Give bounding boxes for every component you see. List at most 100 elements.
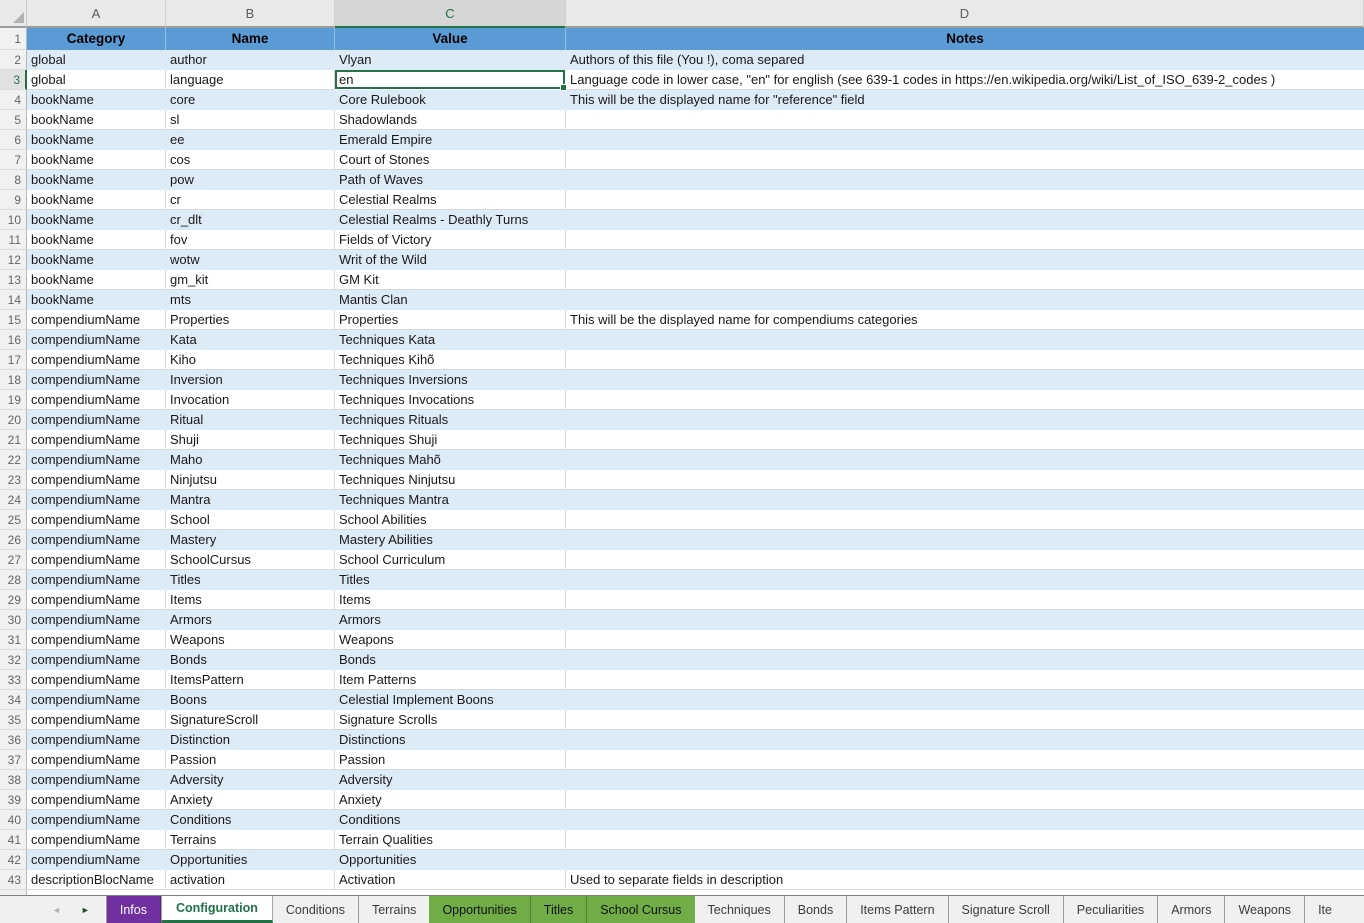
cell-C18[interactable]: Techniques Inversions: [335, 370, 566, 390]
cell-B11[interactable]: fov: [166, 230, 335, 250]
cell-D5[interactable]: [566, 110, 1364, 130]
row-header-42[interactable]: 42: [0, 850, 27, 870]
row-header-28[interactable]: 28: [0, 570, 27, 590]
select-all-button[interactable]: [0, 0, 27, 28]
cell-A10[interactable]: bookName: [27, 210, 166, 230]
cell-D19[interactable]: [566, 390, 1364, 410]
cell-C37[interactable]: Passion: [335, 750, 566, 770]
sheet-tab-ite[interactable]: Ite: [1304, 896, 1345, 923]
cell-A30[interactable]: compendiumName: [27, 610, 166, 630]
cell-A35[interactable]: compendiumName: [27, 710, 166, 730]
cell-C35[interactable]: Signature Scrolls: [335, 710, 566, 730]
cell-A13[interactable]: bookName: [27, 270, 166, 290]
cell-C5[interactable]: Shadowlands: [335, 110, 566, 130]
cell-C42[interactable]: Opportunities: [335, 850, 566, 870]
cell-A21[interactable]: compendiumName: [27, 430, 166, 450]
cell-A5[interactable]: bookName: [27, 110, 166, 130]
cell-A14[interactable]: bookName: [27, 290, 166, 310]
cell-B23[interactable]: Ninjutsu: [166, 470, 335, 490]
cell-C8[interactable]: Path of Waves: [335, 170, 566, 190]
cell-D40[interactable]: [566, 810, 1364, 830]
cell-A24[interactable]: compendiumName: [27, 490, 166, 510]
cell-C14[interactable]: Mantis Clan: [335, 290, 566, 310]
cell-A15[interactable]: compendiumName: [27, 310, 166, 330]
cell-C17[interactable]: Techniques Kihõ: [335, 350, 566, 370]
cell-B30[interactable]: Armors: [166, 610, 335, 630]
sheet-tab-terrains[interactable]: Terrains: [358, 896, 429, 923]
cell-D33[interactable]: [566, 670, 1364, 690]
column-header-b[interactable]: B: [166, 0, 335, 28]
cell-C23[interactable]: Techniques Ninjutsu: [335, 470, 566, 490]
sheet-tab-conditions[interactable]: Conditions: [273, 896, 358, 923]
cell-B20[interactable]: Ritual: [166, 410, 335, 430]
tabs-scroll-left-icon[interactable]: ◄: [52, 905, 61, 915]
cell-C43[interactable]: Activation: [335, 870, 566, 890]
cell-A6[interactable]: bookName: [27, 130, 166, 150]
row-header-35[interactable]: 35: [0, 710, 27, 730]
row-header-41[interactable]: 41: [0, 830, 27, 850]
cell-B24[interactable]: Mantra: [166, 490, 335, 510]
cell-A29[interactable]: compendiumName: [27, 590, 166, 610]
cell-B27[interactable]: SchoolCursus: [166, 550, 335, 570]
row-header-43[interactable]: 43: [0, 870, 27, 890]
row-header-12[interactable]: 12: [0, 250, 27, 270]
row-header-32[interactable]: 32: [0, 650, 27, 670]
cell-D21[interactable]: [566, 430, 1364, 450]
cell-A9[interactable]: bookName: [27, 190, 166, 210]
cell-B10[interactable]: cr_dlt: [166, 210, 335, 230]
cell-B3[interactable]: language: [166, 70, 335, 90]
cell-B33[interactable]: ItemsPattern: [166, 670, 335, 690]
row-header-16[interactable]: 16: [0, 330, 27, 350]
cell-C32[interactable]: Bonds: [335, 650, 566, 670]
row-header-26[interactable]: 26: [0, 530, 27, 550]
cell-C38[interactable]: Adversity: [335, 770, 566, 790]
cell-A43[interactable]: descriptionBlocName: [27, 870, 166, 890]
row-header-7[interactable]: 7: [0, 150, 27, 170]
cell-A42[interactable]: compendiumName: [27, 850, 166, 870]
cell-A22[interactable]: compendiumName: [27, 450, 166, 470]
cell-D18[interactable]: [566, 370, 1364, 390]
row-header-15[interactable]: 15: [0, 310, 27, 330]
row-header-22[interactable]: 22: [0, 450, 27, 470]
cell-D15[interactable]: This will be the displayed name for comp…: [566, 310, 1364, 330]
header-cell-value[interactable]: Value: [335, 28, 566, 50]
row-header-30[interactable]: 30: [0, 610, 27, 630]
row-header-38[interactable]: 38: [0, 770, 27, 790]
sheet-tab-school-cursus[interactable]: School Cursus: [586, 896, 694, 923]
cell-D8[interactable]: [566, 170, 1364, 190]
cell-A25[interactable]: compendiumName: [27, 510, 166, 530]
cell-B2[interactable]: author: [166, 50, 335, 70]
cell-A7[interactable]: bookName: [27, 150, 166, 170]
header-cell-category[interactable]: Category: [27, 28, 166, 50]
cell-B7[interactable]: cos: [166, 150, 335, 170]
cell-C6[interactable]: Emerald Empire: [335, 130, 566, 150]
cell-D22[interactable]: [566, 450, 1364, 470]
row-header-9[interactable]: 9: [0, 190, 27, 210]
row-header-17[interactable]: 17: [0, 350, 27, 370]
cell-D2[interactable]: Authors of this file (You !), coma separ…: [566, 50, 1364, 70]
sheet-tab-opportunities[interactable]: Opportunities: [429, 896, 529, 923]
cell-C9[interactable]: Celestial Realms: [335, 190, 566, 210]
cell-D17[interactable]: [566, 350, 1364, 370]
sheet-tab-bonds[interactable]: Bonds: [784, 896, 846, 923]
cell-C13[interactable]: GM Kit: [335, 270, 566, 290]
cell-A19[interactable]: compendiumName: [27, 390, 166, 410]
cell-C20[interactable]: Techniques Rituals: [335, 410, 566, 430]
sheet-tab-weapons[interactable]: Weapons: [1224, 896, 1304, 923]
cell-C33[interactable]: Item Patterns: [335, 670, 566, 690]
cell-A37[interactable]: compendiumName: [27, 750, 166, 770]
cell-C24[interactable]: Techniques Mantra: [335, 490, 566, 510]
cell-C26[interactable]: Mastery Abilities: [335, 530, 566, 550]
cell-D12[interactable]: [566, 250, 1364, 270]
cell-B37[interactable]: Passion: [166, 750, 335, 770]
cell-A8[interactable]: bookName: [27, 170, 166, 190]
cell-A39[interactable]: compendiumName: [27, 790, 166, 810]
cell-B41[interactable]: Terrains: [166, 830, 335, 850]
cell-C31[interactable]: Weapons: [335, 630, 566, 650]
cell-A23[interactable]: compendiumName: [27, 470, 166, 490]
cell-C11[interactable]: Fields of Victory: [335, 230, 566, 250]
row-header-6[interactable]: 6: [0, 130, 27, 150]
cell-B40[interactable]: Conditions: [166, 810, 335, 830]
cell-D23[interactable]: [566, 470, 1364, 490]
cell-B18[interactable]: Inversion: [166, 370, 335, 390]
